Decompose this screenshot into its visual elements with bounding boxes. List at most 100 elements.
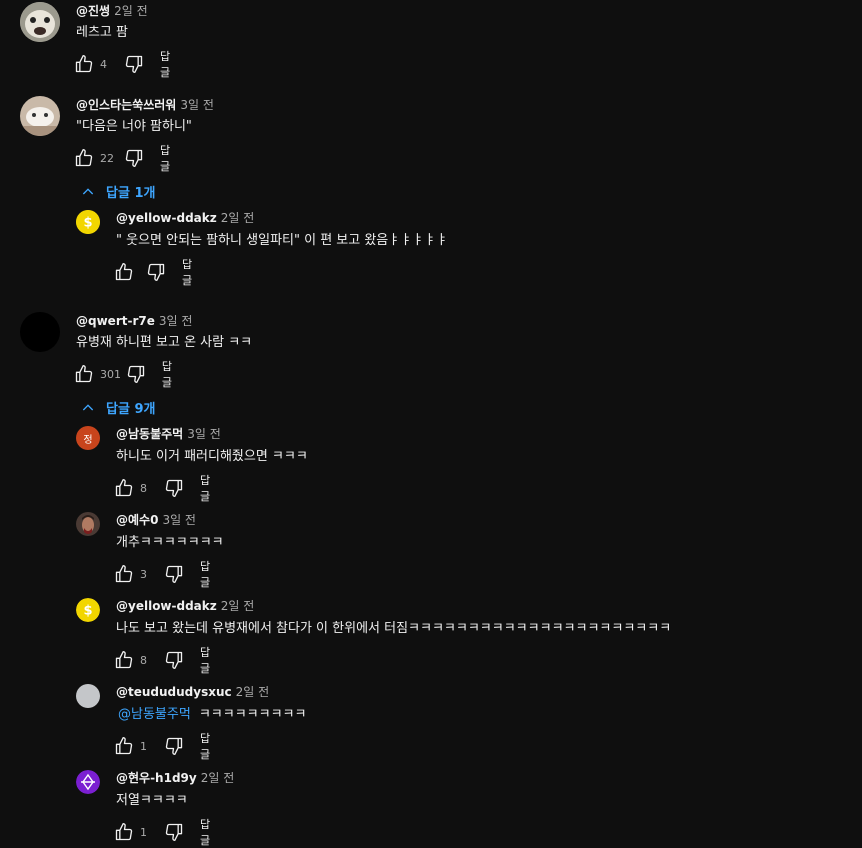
author-name[interactable]: @남동불주먹: [116, 427, 183, 441]
like-count: 3: [140, 567, 147, 581]
thumbs-up-icon: [75, 55, 93, 73]
avatar[interactable]: [76, 770, 100, 794]
dislike-button[interactable]: [164, 736, 184, 756]
like-count: 8: [140, 653, 147, 667]
dislike-button[interactable]: [164, 478, 184, 498]
timestamp[interactable]: 2일 전: [221, 211, 255, 225]
reply-button[interactable]: 답글: [182, 256, 192, 288]
like-count: 22: [100, 151, 114, 165]
comment-text: ㅋㅋㅋㅋㅋㅋㅋㅋㅋ: [198, 707, 307, 722]
reply-button[interactable]: 답글: [200, 472, 210, 504]
comment-actions: 1 답글: [114, 732, 210, 761]
thumbs-up-icon: [75, 365, 93, 383]
dislike-button[interactable]: [126, 364, 146, 384]
like-button[interactable]: [74, 148, 94, 168]
thumbs-up-icon: [115, 565, 133, 583]
svg-text:$: $: [83, 604, 92, 619]
like-button[interactable]: [74, 364, 94, 384]
like-count: 4: [100, 57, 107, 71]
reply-button[interactable]: 답글: [200, 558, 210, 590]
comment-actions: 4 답글: [74, 50, 170, 79]
reply-button[interactable]: 답글: [200, 644, 210, 676]
timestamp[interactable]: 3일 전: [162, 513, 196, 527]
thumbs-up-icon: [115, 479, 133, 497]
reply-button[interactable]: 답글: [200, 730, 210, 762]
like-button[interactable]: [114, 822, 134, 842]
thumbs-down-icon: [125, 149, 143, 167]
thumbs-up-icon: [115, 651, 133, 669]
like-button[interactable]: [114, 736, 134, 756]
thumbs-down-icon: [147, 263, 165, 281]
comment-actions: 301 답글: [74, 360, 177, 389]
like-button[interactable]: [114, 478, 134, 498]
comment-text: "다음은 너야 팜하니": [76, 119, 192, 134]
author-name[interactable]: @yellow-ddakz: [116, 211, 217, 225]
dislike-button[interactable]: [124, 148, 144, 168]
like-count: 301: [100, 367, 121, 381]
author-name[interactable]: @qwert-r7e: [76, 314, 155, 328]
avatar[interactable]: [76, 684, 100, 708]
dislike-button[interactable]: [146, 262, 166, 282]
reply-button[interactable]: 답글: [160, 142, 170, 174]
comment-text: 하니도 이거 패러디해줬으면 ㅋㅋㅋ: [116, 449, 308, 464]
thumbs-down-icon: [165, 737, 183, 755]
thumbs-down-icon: [165, 565, 183, 583]
author-name[interactable]: @진썽: [76, 4, 110, 18]
reply-button[interactable]: 답글: [160, 48, 170, 80]
avatar[interactable]: 정: [76, 426, 100, 450]
comment-text: 나도 보고 왔는데 유병재에서 참다가 이 한위에서 터짐ㅋㅋㅋㅋㅋㅋㅋㅋㅋㅋㅋ…: [116, 621, 672, 636]
mention-link[interactable]: @남동불주먹: [118, 707, 191, 722]
comment-actions: 8 답글: [114, 646, 210, 675]
like-button[interactable]: [114, 262, 134, 282]
timestamp[interactable]: 2일 전: [221, 599, 255, 613]
like-button[interactable]: [114, 650, 134, 670]
timestamp[interactable]: 2일 전: [236, 685, 270, 699]
author-name[interactable]: @teudududysxuc: [116, 685, 232, 699]
reply-button[interactable]: 답글: [200, 816, 210, 848]
thumbs-down-icon: [165, 651, 183, 669]
comment-text: 개추ㅋㅋㅋㅋㅋㅋㅋ: [116, 535, 224, 550]
timestamp[interactable]: 2일 전: [201, 771, 235, 785]
avatar[interactable]: $: [76, 210, 100, 234]
author-name[interactable]: @예수0: [116, 513, 158, 527]
replies-toggle-label: 답글 9개: [106, 402, 156, 417]
like-button[interactable]: [74, 54, 94, 74]
dislike-button[interactable]: [124, 54, 144, 74]
avatar[interactable]: $: [76, 598, 100, 622]
reply-button[interactable]: 답글: [162, 358, 177, 390]
avatar[interactable]: [20, 2, 60, 42]
comment-actions: 22 답글: [74, 144, 170, 173]
dislike-button[interactable]: [164, 564, 184, 584]
like-button[interactable]: [114, 564, 134, 584]
chevron-up-icon: [82, 187, 94, 194]
thumbs-down-icon: [165, 479, 183, 497]
timestamp[interactable]: 3일 전: [180, 98, 214, 112]
comment-actions: 8 답글: [114, 474, 210, 503]
avatar-letter: 정: [83, 434, 93, 446]
timestamp[interactable]: 3일 전: [187, 427, 221, 441]
dislike-button[interactable]: [164, 650, 184, 670]
comment-text: 유병재 하니편 보고 온 사람 ㅋㅋ: [76, 335, 253, 350]
author-name[interactable]: @yellow-ddakz: [116, 599, 217, 613]
timestamp[interactable]: 2일 전: [114, 4, 148, 18]
comment-actions: 답글: [114, 258, 192, 287]
comment-text-row: @남동불주먹 ㅋㅋㅋㅋㅋㅋㅋㅋㅋ: [118, 706, 306, 724]
timestamp[interactable]: 3일 전: [159, 314, 193, 328]
replies-toggle-label: 답글 1개: [106, 186, 156, 201]
avatar[interactable]: [20, 312, 60, 352]
comment-actions: 1 답글: [114, 818, 210, 847]
thumbs-up-icon: [75, 149, 93, 167]
like-count: 8: [140, 481, 147, 495]
avatar[interactable]: [20, 96, 60, 136]
replies-toggle-button[interactable]: 답글 1개: [80, 182, 155, 201]
author-name[interactable]: @현우-h1d9y: [116, 771, 197, 785]
thumbs-down-icon: [125, 55, 143, 74]
dislike-button[interactable]: [164, 822, 184, 842]
comment-text: 저열ㅋㅋㅋㅋ: [116, 793, 188, 808]
comment-text: " 웃으면 안되는 팜하니 생일파티" 이 편 보고 왔음ㅑㅑㅑㅑㅑ: [116, 233, 449, 248]
author-name[interactable]: @인스타는쑥쓰러워: [76, 98, 176, 112]
replies-toggle-button[interactable]: 답글 9개: [80, 398, 155, 417]
avatar[interactable]: [76, 512, 100, 536]
svg-text:$: $: [83, 216, 92, 231]
comment-text: 레츠고 팜: [76, 25, 128, 40]
